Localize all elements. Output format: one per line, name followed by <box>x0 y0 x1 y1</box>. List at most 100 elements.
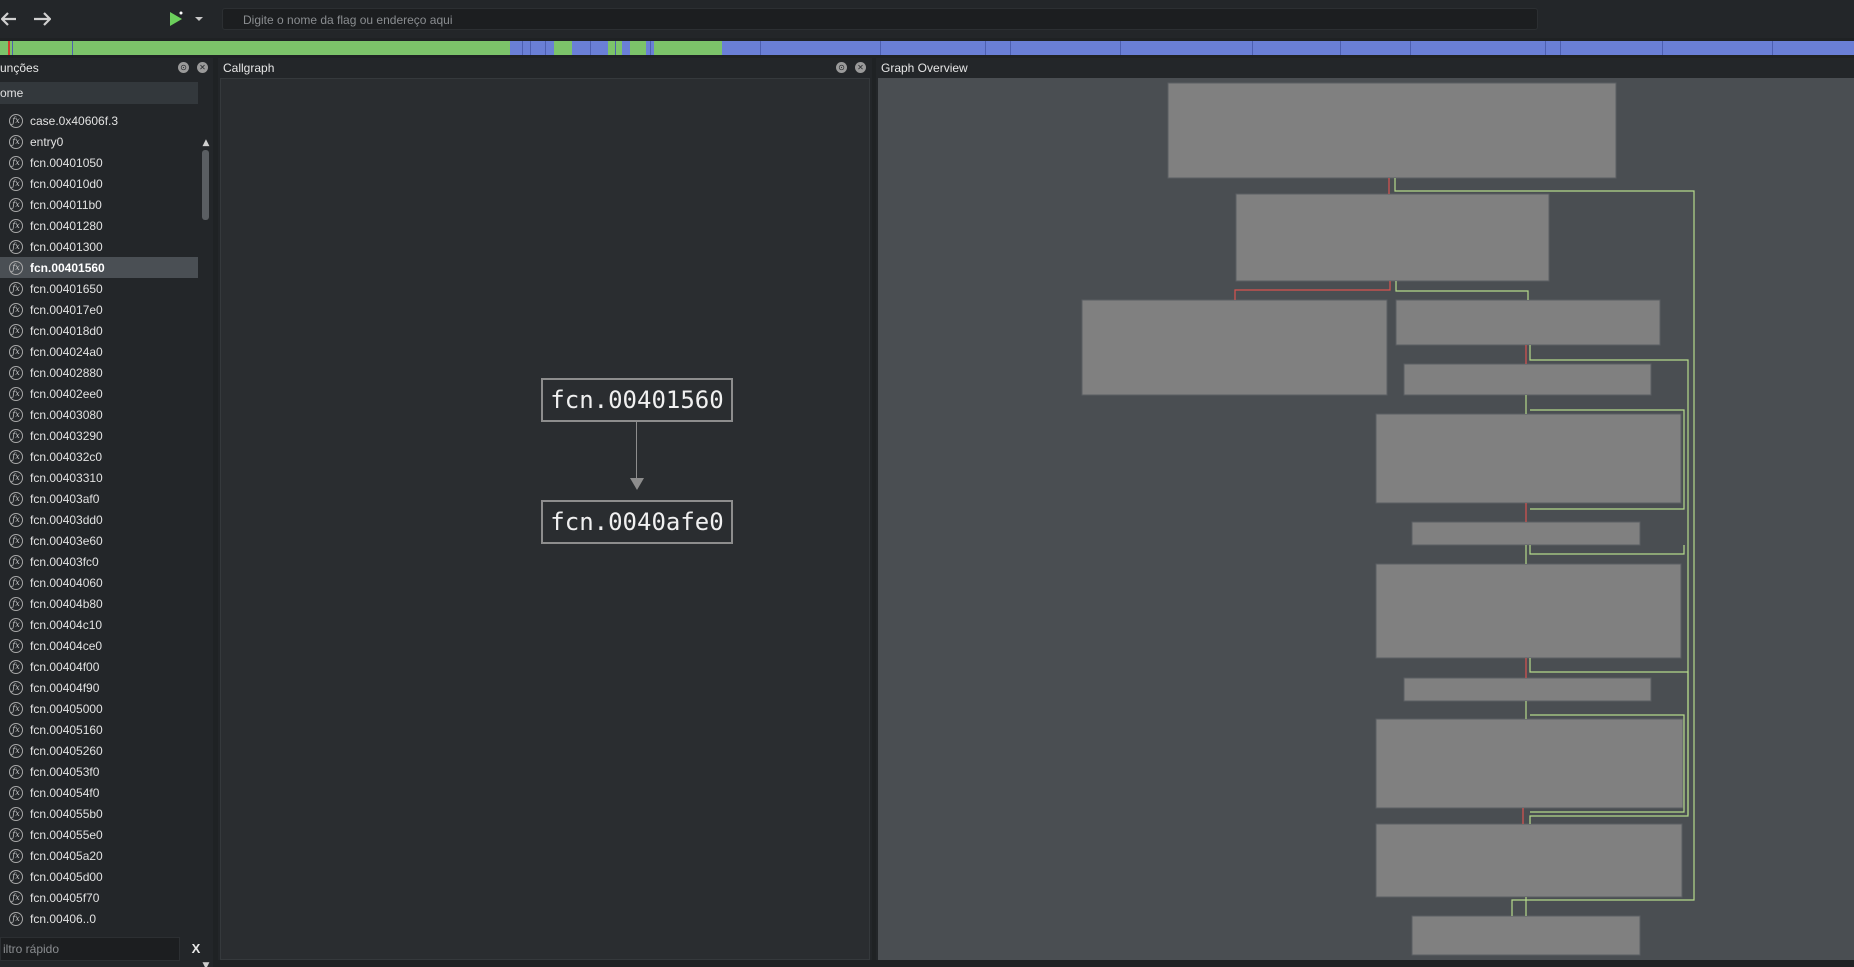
basic-block[interactable] <box>1375 718 1684 809</box>
function-list-item[interactable]: ƒx fcn.00403fc0 <box>0 551 198 572</box>
control-flow-edge <box>1234 281 1391 300</box>
function-list-item[interactable]: ƒx fcn.00404f00 <box>0 656 198 677</box>
function-list-item[interactable]: ƒx fcn.00405260 <box>0 740 198 761</box>
function-list-item[interactable]: ƒx fcn.00404060 <box>0 572 198 593</box>
scroll-up-arrow-icon[interactable]: ▲ <box>201 138 211 148</box>
clear-filter-button[interactable]: X <box>186 939 206 959</box>
function-icon: ƒx <box>9 617 23 632</box>
function-list-item[interactable]: ƒx fcn.004017e0 <box>0 299 198 320</box>
function-name-label: fcn.00405f70 <box>30 890 100 905</box>
function-list-item[interactable]: ƒx fcn.00403af0 <box>0 488 198 509</box>
function-name-label: fcn.004032c0 <box>30 449 103 464</box>
function-list-item[interactable]: ƒx fcn.004032c0 <box>0 446 198 467</box>
function-list-item[interactable]: ƒx fcn.00402ee0 <box>0 383 198 404</box>
function-list-item[interactable]: ƒx fcn.00404f90 <box>0 677 198 698</box>
function-list-item[interactable]: ƒx case.0x40606f.3 <box>0 110 198 131</box>
scrollbar-thumb[interactable] <box>202 150 209 220</box>
function-list-item[interactable]: ƒx fcn.00401560 <box>0 257 198 278</box>
function-name-label: fcn.004054f0 <box>30 785 100 800</box>
function-list-item[interactable]: ƒx fcn.00403310 <box>0 467 198 488</box>
callgraph-source-node[interactable]: fcn.00401560 <box>541 378 733 422</box>
function-list-item[interactable]: ƒx fcn.00401650 <box>0 278 198 299</box>
bottom-tab-strip <box>218 960 1854 967</box>
function-list-item[interactable]: ƒx entry0 <box>0 131 198 152</box>
basic-block[interactable] <box>1375 413 1682 504</box>
function-icon: ƒx <box>9 638 23 653</box>
function-list-item[interactable]: ƒx fcn.00405f70 <box>0 887 198 908</box>
float-panel-icon[interactable]: ⊙ <box>178 62 189 73</box>
basic-block[interactable] <box>1395 299 1661 346</box>
float-panel-icon[interactable]: ⊙ <box>836 62 847 73</box>
function-list-item[interactable]: ƒx fcn.00402880 <box>0 362 198 383</box>
run-options-dropdown[interactable] <box>192 6 206 32</box>
function-name-label: fcn.00403fc0 <box>30 554 99 569</box>
function-list-item[interactable]: ƒx fcn.004011b0 <box>0 194 198 215</box>
function-icon: ƒx <box>9 575 23 590</box>
quick-filter-input[interactable] <box>1 938 179 960</box>
function-list-item[interactable]: ƒx fcn.004010d0 <box>0 173 198 194</box>
basic-block[interactable] <box>1411 521 1641 546</box>
function-list-item[interactable]: ƒx fcn.00403080 <box>0 404 198 425</box>
flag-search-field[interactable] <box>222 8 1538 30</box>
function-icon: ƒx <box>9 386 23 401</box>
basic-block[interactable] <box>1081 299 1388 396</box>
basic-block[interactable] <box>1167 82 1617 179</box>
callgraph-canvas[interactable]: fcn.00401560 fcn.0040afe0 <box>220 78 870 960</box>
function-icon: ƒx <box>9 701 23 716</box>
scroll-down-arrow-icon[interactable]: ▼ <box>201 961 211 967</box>
basic-block[interactable] <box>1411 915 1641 956</box>
function-list-item[interactable]: ƒx fcn.00401050 <box>0 152 198 173</box>
basic-block[interactable] <box>1235 193 1550 282</box>
function-icon: ƒx <box>9 659 23 674</box>
function-name-label: fcn.00405d00 <box>30 869 103 884</box>
function-list-item[interactable]: ƒx fcn.00405a20 <box>0 845 198 866</box>
function-list-item[interactable]: ƒx fcn.004018d0 <box>0 320 198 341</box>
function-list-item[interactable]: ƒx fcn.004053f0 <box>0 761 198 782</box>
graph-overview-drawing <box>1081 82 1695 956</box>
close-panel-icon[interactable]: ✕ <box>855 62 866 73</box>
close-panel-icon[interactable]: ✕ <box>197 62 208 73</box>
quick-filter-field[interactable] <box>0 937 180 961</box>
address-navigation-bar[interactable] <box>0 41 1854 55</box>
function-list-item[interactable]: ƒx fcn.00401280 <box>0 215 198 236</box>
functions-vertical-scrollbar[interactable]: ▲ ▼ <box>200 138 212 967</box>
function-icon: ƒx <box>9 155 23 170</box>
basic-block[interactable] <box>1403 363 1652 396</box>
function-name-label: fcn.004055b0 <box>30 806 103 821</box>
function-name-label: fcn.004024a0 <box>30 344 103 359</box>
function-list-item[interactable]: ƒx fcn.00401300 <box>0 236 198 257</box>
function-list-item[interactable]: ƒx fcn.00406..0 <box>0 908 198 929</box>
function-icon: ƒx <box>9 491 23 506</box>
function-list-item[interactable]: ƒx fcn.004055e0 <box>0 824 198 845</box>
function-list-item[interactable]: ƒx fcn.004054f0 <box>0 782 198 803</box>
function-list-item[interactable]: ƒx fcn.00403dd0 <box>0 509 198 530</box>
function-list-item[interactable]: ƒx fcn.00405000 <box>0 698 198 719</box>
function-list-item[interactable]: ƒx fcn.00403290 <box>0 425 198 446</box>
callgraph-target-node[interactable]: fcn.0040afe0 <box>541 500 733 544</box>
function-name-label: fcn.00405000 <box>30 701 103 716</box>
graph-overview-canvas[interactable] <box>878 78 1854 960</box>
run-button[interactable] <box>166 6 186 32</box>
back-button[interactable] <box>0 6 18 32</box>
function-name-label: fcn.00402880 <box>30 365 103 380</box>
function-list-item[interactable]: ƒx fcn.00404ce0 <box>0 635 198 656</box>
function-name-label: fcn.00403af0 <box>30 491 100 506</box>
function-name-label: fcn.00404060 <box>30 575 103 590</box>
function-list-item[interactable]: ƒx fcn.00404b80 <box>0 593 198 614</box>
name-column-header[interactable]: ome <box>0 82 198 104</box>
function-list-item[interactable]: ƒx fcn.00405160 <box>0 719 198 740</box>
function-name-label: fcn.00401050 <box>30 155 103 170</box>
function-icon: ƒx <box>9 470 23 485</box>
basic-block[interactable] <box>1375 823 1683 898</box>
function-list-item[interactable]: ƒx fcn.004024a0 <box>0 341 198 362</box>
forward-button[interactable] <box>31 6 53 32</box>
flag-search-input[interactable] <box>223 10 1537 30</box>
basic-block[interactable] <box>1403 677 1652 702</box>
function-icon: ƒx <box>9 827 23 842</box>
function-list-item[interactable]: ƒx fcn.00405d00 <box>0 866 198 887</box>
function-name-label: fcn.004018d0 <box>30 323 103 338</box>
function-list-item[interactable]: ƒx fcn.004055b0 <box>0 803 198 824</box>
function-list-item[interactable]: ƒx fcn.00404c10 <box>0 614 198 635</box>
basic-block[interactable] <box>1375 563 1682 659</box>
function-list-item[interactable]: ƒx fcn.00403e60 <box>0 530 198 551</box>
